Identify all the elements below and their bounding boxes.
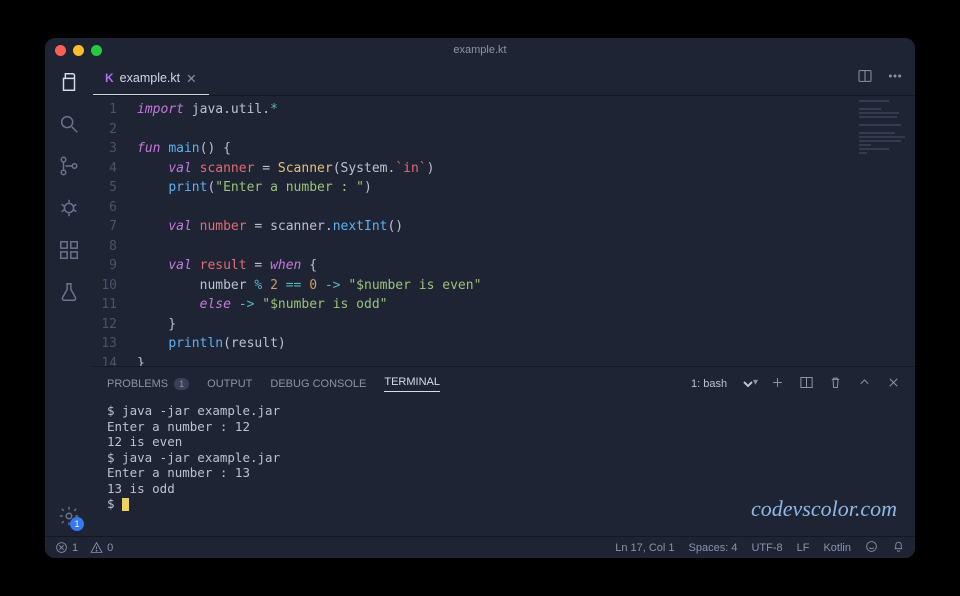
bottom-panel: PROBLEMS 1 OUTPUT DEBUG CONSOLE TERMINAL… <box>93 366 915 536</box>
terminal[interactable]: $ java -jar example.jarEnter a number : … <box>93 399 915 536</box>
titlebar: example.kt <box>45 38 915 62</box>
code-editor[interactable]: 1234567891011121314 import java.util.* f… <box>93 96 915 366</box>
more-actions-icon[interactable] <box>887 68 903 89</box>
editor-window: example.kt 1 <box>45 38 915 558</box>
terminal-select[interactable]: 1: bash <box>687 377 756 391</box>
debug-icon[interactable] <box>57 196 81 220</box>
tab-example-kt[interactable]: K example.kt ✕ <box>93 62 209 95</box>
tab-problems[interactable]: PROBLEMS 1 <box>107 378 189 390</box>
status-eol[interactable]: LF <box>797 542 810 554</box>
status-lncol[interactable]: Ln 17, Col 1 <box>615 542 674 554</box>
code-area[interactable]: import java.util.* fun main() { val scan… <box>137 100 915 366</box>
status-spaces[interactable]: Spaces: 4 <box>689 542 738 554</box>
close-panel-icon[interactable] <box>886 375 901 393</box>
status-warnings[interactable]: 0 <box>90 541 113 554</box>
tab-output[interactable]: OUTPUT <box>207 378 252 390</box>
explorer-icon[interactable] <box>57 70 81 94</box>
extensions-icon[interactable] <box>57 238 81 262</box>
test-icon[interactable] <box>57 280 81 304</box>
problems-count: 1 <box>174 378 189 390</box>
minimize-window-button[interactable] <box>73 45 84 56</box>
tab-debug-console[interactable]: DEBUG CONSOLE <box>270 378 366 390</box>
window-title: example.kt <box>453 44 506 56</box>
maximize-window-button[interactable] <box>91 45 102 56</box>
notifications-icon[interactable] <box>892 540 905 556</box>
close-window-button[interactable] <box>55 45 66 56</box>
split-terminal-icon[interactable] <box>799 375 814 393</box>
status-bar: 1 0 Ln 17, Col 1 Spaces: 4 UTF-8 LF Kotl… <box>45 536 915 558</box>
kill-terminal-icon[interactable] <box>828 375 843 393</box>
split-editor-icon[interactable] <box>857 68 873 89</box>
maximize-panel-icon[interactable] <box>857 375 872 393</box>
minimap[interactable] <box>859 100 909 190</box>
activity-bar: 1 <box>45 62 93 536</box>
settings-badge: 1 <box>70 517 84 531</box>
editor-tabs: K example.kt ✕ <box>93 62 915 96</box>
window-controls <box>55 45 102 56</box>
kotlin-file-icon: K <box>105 71 114 85</box>
tab-terminal[interactable]: TERMINAL <box>384 376 440 392</box>
status-language[interactable]: Kotlin <box>823 542 851 554</box>
search-icon[interactable] <box>57 112 81 136</box>
new-terminal-icon[interactable] <box>770 375 785 393</box>
line-numbers: 1234567891011121314 <box>93 100 137 366</box>
close-tab-icon[interactable]: ✕ <box>186 71 196 86</box>
tab-filename: example.kt <box>120 71 180 85</box>
status-errors[interactable]: 1 <box>55 541 78 554</box>
settings-icon[interactable]: 1 <box>57 504 81 528</box>
status-encoding[interactable]: UTF-8 <box>751 542 782 554</box>
source-control-icon[interactable] <box>57 154 81 178</box>
feedback-icon[interactable] <box>865 540 878 556</box>
